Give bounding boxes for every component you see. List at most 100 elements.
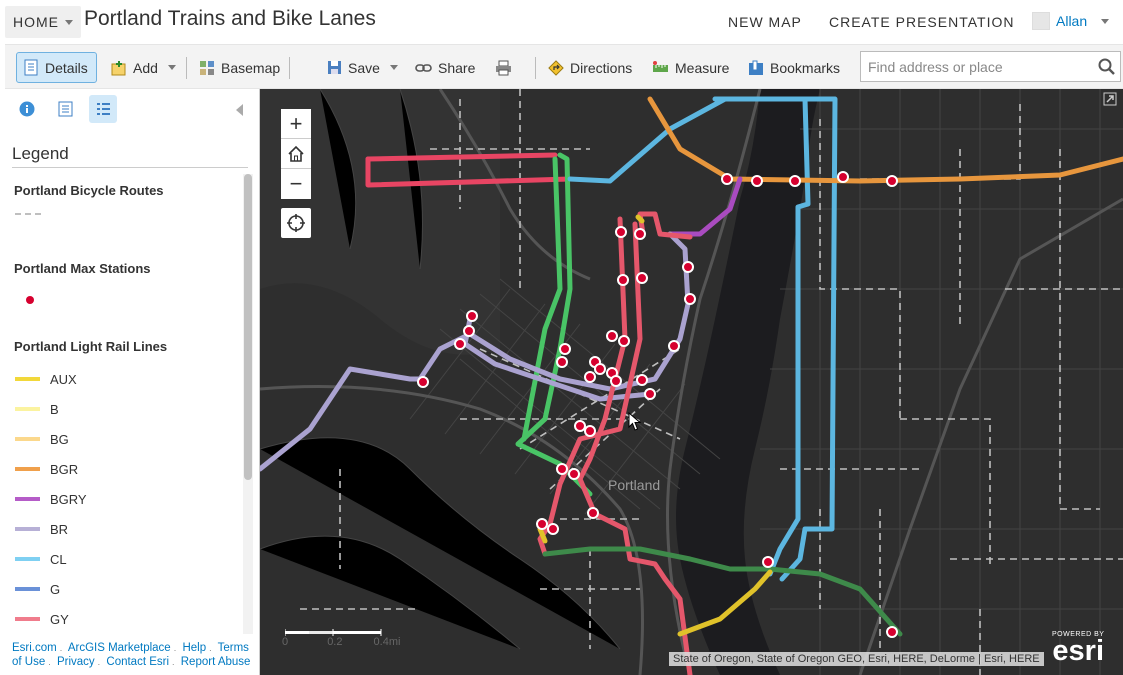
bookmarks-button[interactable]: Bookmarks bbox=[742, 52, 846, 83]
legend-item-label: CL bbox=[50, 551, 67, 567]
basemap-label: Basemap bbox=[221, 59, 281, 76]
crosshair-icon bbox=[287, 214, 305, 232]
scrollbar-thumb[interactable] bbox=[244, 174, 252, 480]
scale-labels: 0 0.2 0.4mi bbox=[282, 636, 400, 648]
measure-label: Measure bbox=[675, 59, 730, 76]
search-input[interactable] bbox=[861, 52, 1092, 81]
legend-item: CL bbox=[15, 549, 67, 569]
app-header: HOME Portland Trains and Bike Lanes NEW … bbox=[0, 0, 1123, 44]
line-swatch bbox=[15, 467, 40, 471]
share-label: Share bbox=[438, 59, 476, 76]
chevron-down-icon bbox=[65, 19, 73, 25]
legend-layer-max-stations: Portland Max Stations bbox=[14, 261, 151, 276]
save-icon bbox=[328, 61, 341, 74]
legend-item-label: BGR bbox=[50, 461, 79, 477]
avatar bbox=[1032, 12, 1050, 30]
search-box bbox=[860, 51, 1121, 82]
add-label: Add bbox=[133, 59, 158, 76]
legend-list: Portland Bicycle Routes Portland Max Sta… bbox=[5, 171, 243, 636]
content-icon bbox=[58, 101, 72, 117]
tab-about[interactable] bbox=[13, 95, 41, 123]
toolbar-divider bbox=[186, 57, 187, 79]
details-button[interactable]: Details bbox=[16, 52, 97, 83]
directions-icon bbox=[548, 59, 564, 76]
footer-links: Esri.com. ArcGIS Marketplace. Help. Term… bbox=[12, 642, 251, 668]
footer-link-marketplace[interactable]: ArcGIS Marketplace bbox=[68, 642, 171, 654]
legend-item: BGRY bbox=[15, 489, 87, 509]
legend-item: BGR bbox=[15, 459, 78, 479]
share-button[interactable]: Share bbox=[409, 52, 481, 83]
footer-link-esri[interactable]: Esri.com bbox=[12, 642, 57, 654]
scale-label: 0 bbox=[282, 636, 289, 648]
details-panel: Legend Portland Bicycle Routes Portland … bbox=[5, 89, 260, 675]
home-extent-button[interactable] bbox=[281, 139, 311, 169]
line-swatch bbox=[15, 617, 40, 621]
legend-item: BG bbox=[15, 429, 69, 449]
legend-item: B bbox=[15, 399, 59, 419]
home-menu-button[interactable]: HOME bbox=[5, 6, 81, 38]
new-map-link[interactable]: NEW MAP bbox=[728, 14, 802, 30]
measure-button[interactable]: Measure bbox=[646, 52, 735, 83]
line-swatch bbox=[15, 587, 40, 591]
legend-item-label: BGRY bbox=[50, 491, 87, 507]
legend-item: BR bbox=[15, 519, 68, 539]
zoom-out-button[interactable]: − bbox=[281, 169, 311, 199]
info-icon bbox=[19, 101, 35, 117]
city-label: Portland bbox=[608, 477, 661, 493]
footer-link-report-abuse[interactable]: Report Abuse bbox=[181, 656, 251, 668]
map-attribution: State of Oregon, State of Oregon GEO, Es… bbox=[669, 652, 1044, 666]
line-swatch bbox=[15, 527, 40, 531]
directions-button[interactable]: Directions bbox=[542, 52, 638, 83]
basemap-icon bbox=[200, 60, 214, 75]
line-swatch bbox=[15, 437, 40, 441]
line-swatch bbox=[15, 377, 40, 381]
divider bbox=[12, 167, 248, 168]
chevron-down-icon bbox=[167, 65, 176, 70]
footer-link-help[interactable]: Help bbox=[182, 642, 206, 654]
tab-legend[interactable] bbox=[89, 95, 117, 123]
footer-link-privacy[interactable]: Privacy bbox=[57, 656, 95, 668]
legend-item: G bbox=[15, 579, 60, 599]
toolbar: Details Add Basemap Save Share Direction… bbox=[5, 44, 1123, 89]
collapse-panel-icon[interactable] bbox=[236, 104, 243, 116]
basemap-canvas bbox=[260, 89, 1123, 675]
legend-title: Legend bbox=[12, 144, 69, 163]
legend-item-label: BG bbox=[50, 431, 69, 447]
measure-icon bbox=[653, 60, 668, 72]
legend-layer-light-rail: Portland Light Rail Lines bbox=[14, 339, 168, 354]
dashed-line-symbol bbox=[15, 213, 45, 215]
legend-scrollbar[interactable] bbox=[243, 174, 253, 634]
zoom-controls: + − bbox=[281, 109, 311, 199]
footer-link-contact[interactable]: Contact Esri bbox=[106, 656, 169, 668]
print-button[interactable] bbox=[489, 52, 518, 83]
home-label: HOME bbox=[13, 14, 59, 30]
user-menu[interactable]: Allan bbox=[1032, 12, 1110, 30]
scale-label: 0.4mi bbox=[373, 636, 401, 648]
scale-label: 0.2 bbox=[327, 636, 343, 648]
details-icon bbox=[24, 59, 38, 76]
esri-logo[interactable]: POWERED BY esri bbox=[1052, 631, 1105, 667]
map-view[interactable]: + − Portland 0 0.2 0.4mi State of Oregon… bbox=[260, 89, 1123, 675]
bookmarks-icon bbox=[749, 60, 763, 75]
locate-button[interactable] bbox=[281, 208, 311, 238]
legend-item-label: BR bbox=[50, 521, 69, 537]
details-label: Details bbox=[45, 59, 88, 76]
esri-wordmark: esri bbox=[1052, 635, 1105, 667]
bookmarks-label: Bookmarks bbox=[770, 59, 841, 76]
line-swatch bbox=[15, 557, 40, 561]
search-icon[interactable] bbox=[1092, 52, 1120, 81]
save-button[interactable]: Save bbox=[321, 52, 404, 83]
legend-layer-bicycle-routes: Portland Bicycle Routes bbox=[14, 183, 164, 198]
basemap-button[interactable]: Basemap bbox=[193, 52, 286, 83]
legend-item: GY bbox=[15, 609, 69, 629]
expand-icon[interactable] bbox=[1103, 92, 1117, 106]
tab-content[interactable] bbox=[51, 95, 79, 123]
add-layer-icon bbox=[111, 60, 126, 75]
zoom-in-button[interactable]: + bbox=[281, 109, 311, 139]
add-button[interactable]: Add bbox=[105, 52, 182, 83]
create-presentation-link[interactable]: CREATE PRESENTATION bbox=[829, 14, 1014, 30]
user-name: Allan bbox=[1056, 13, 1088, 29]
station-dot-symbol bbox=[26, 296, 34, 304]
cursor-icon bbox=[628, 412, 642, 431]
legend-item-label: B bbox=[50, 401, 59, 417]
